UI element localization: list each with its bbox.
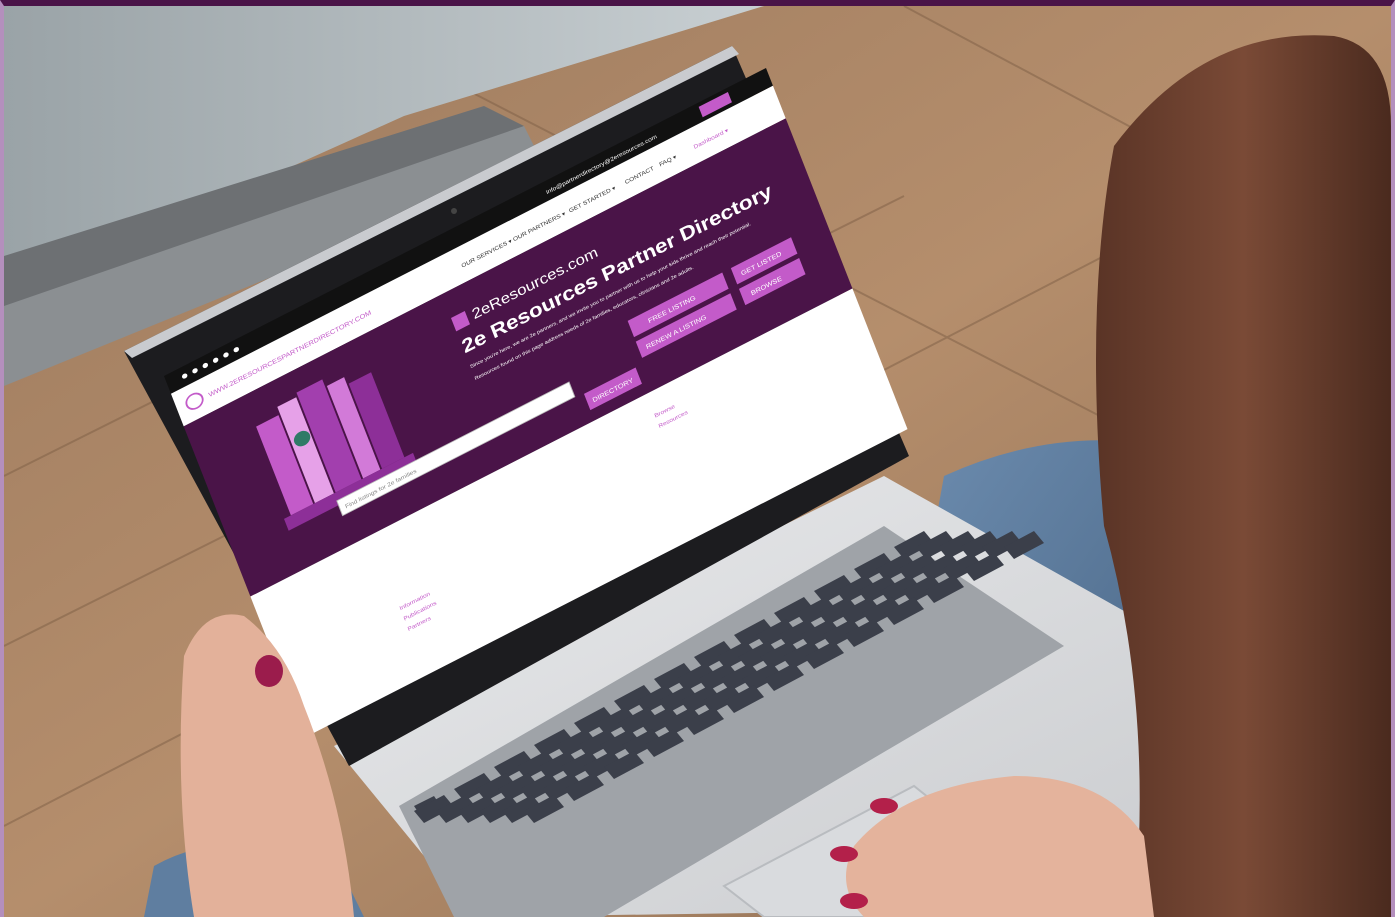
right-nail-2	[830, 846, 858, 862]
camera-icon	[451, 208, 457, 214]
hair	[1096, 35, 1391, 917]
laptop-photo: info@partnerdirectory@2eresources.com WW…	[4, 6, 1391, 917]
right-nail-1	[870, 798, 898, 814]
photo-frame: info@partnerdirectory@2eresources.com WW…	[0, 0, 1395, 917]
left-nail	[255, 655, 283, 687]
right-nail-3	[840, 893, 868, 909]
